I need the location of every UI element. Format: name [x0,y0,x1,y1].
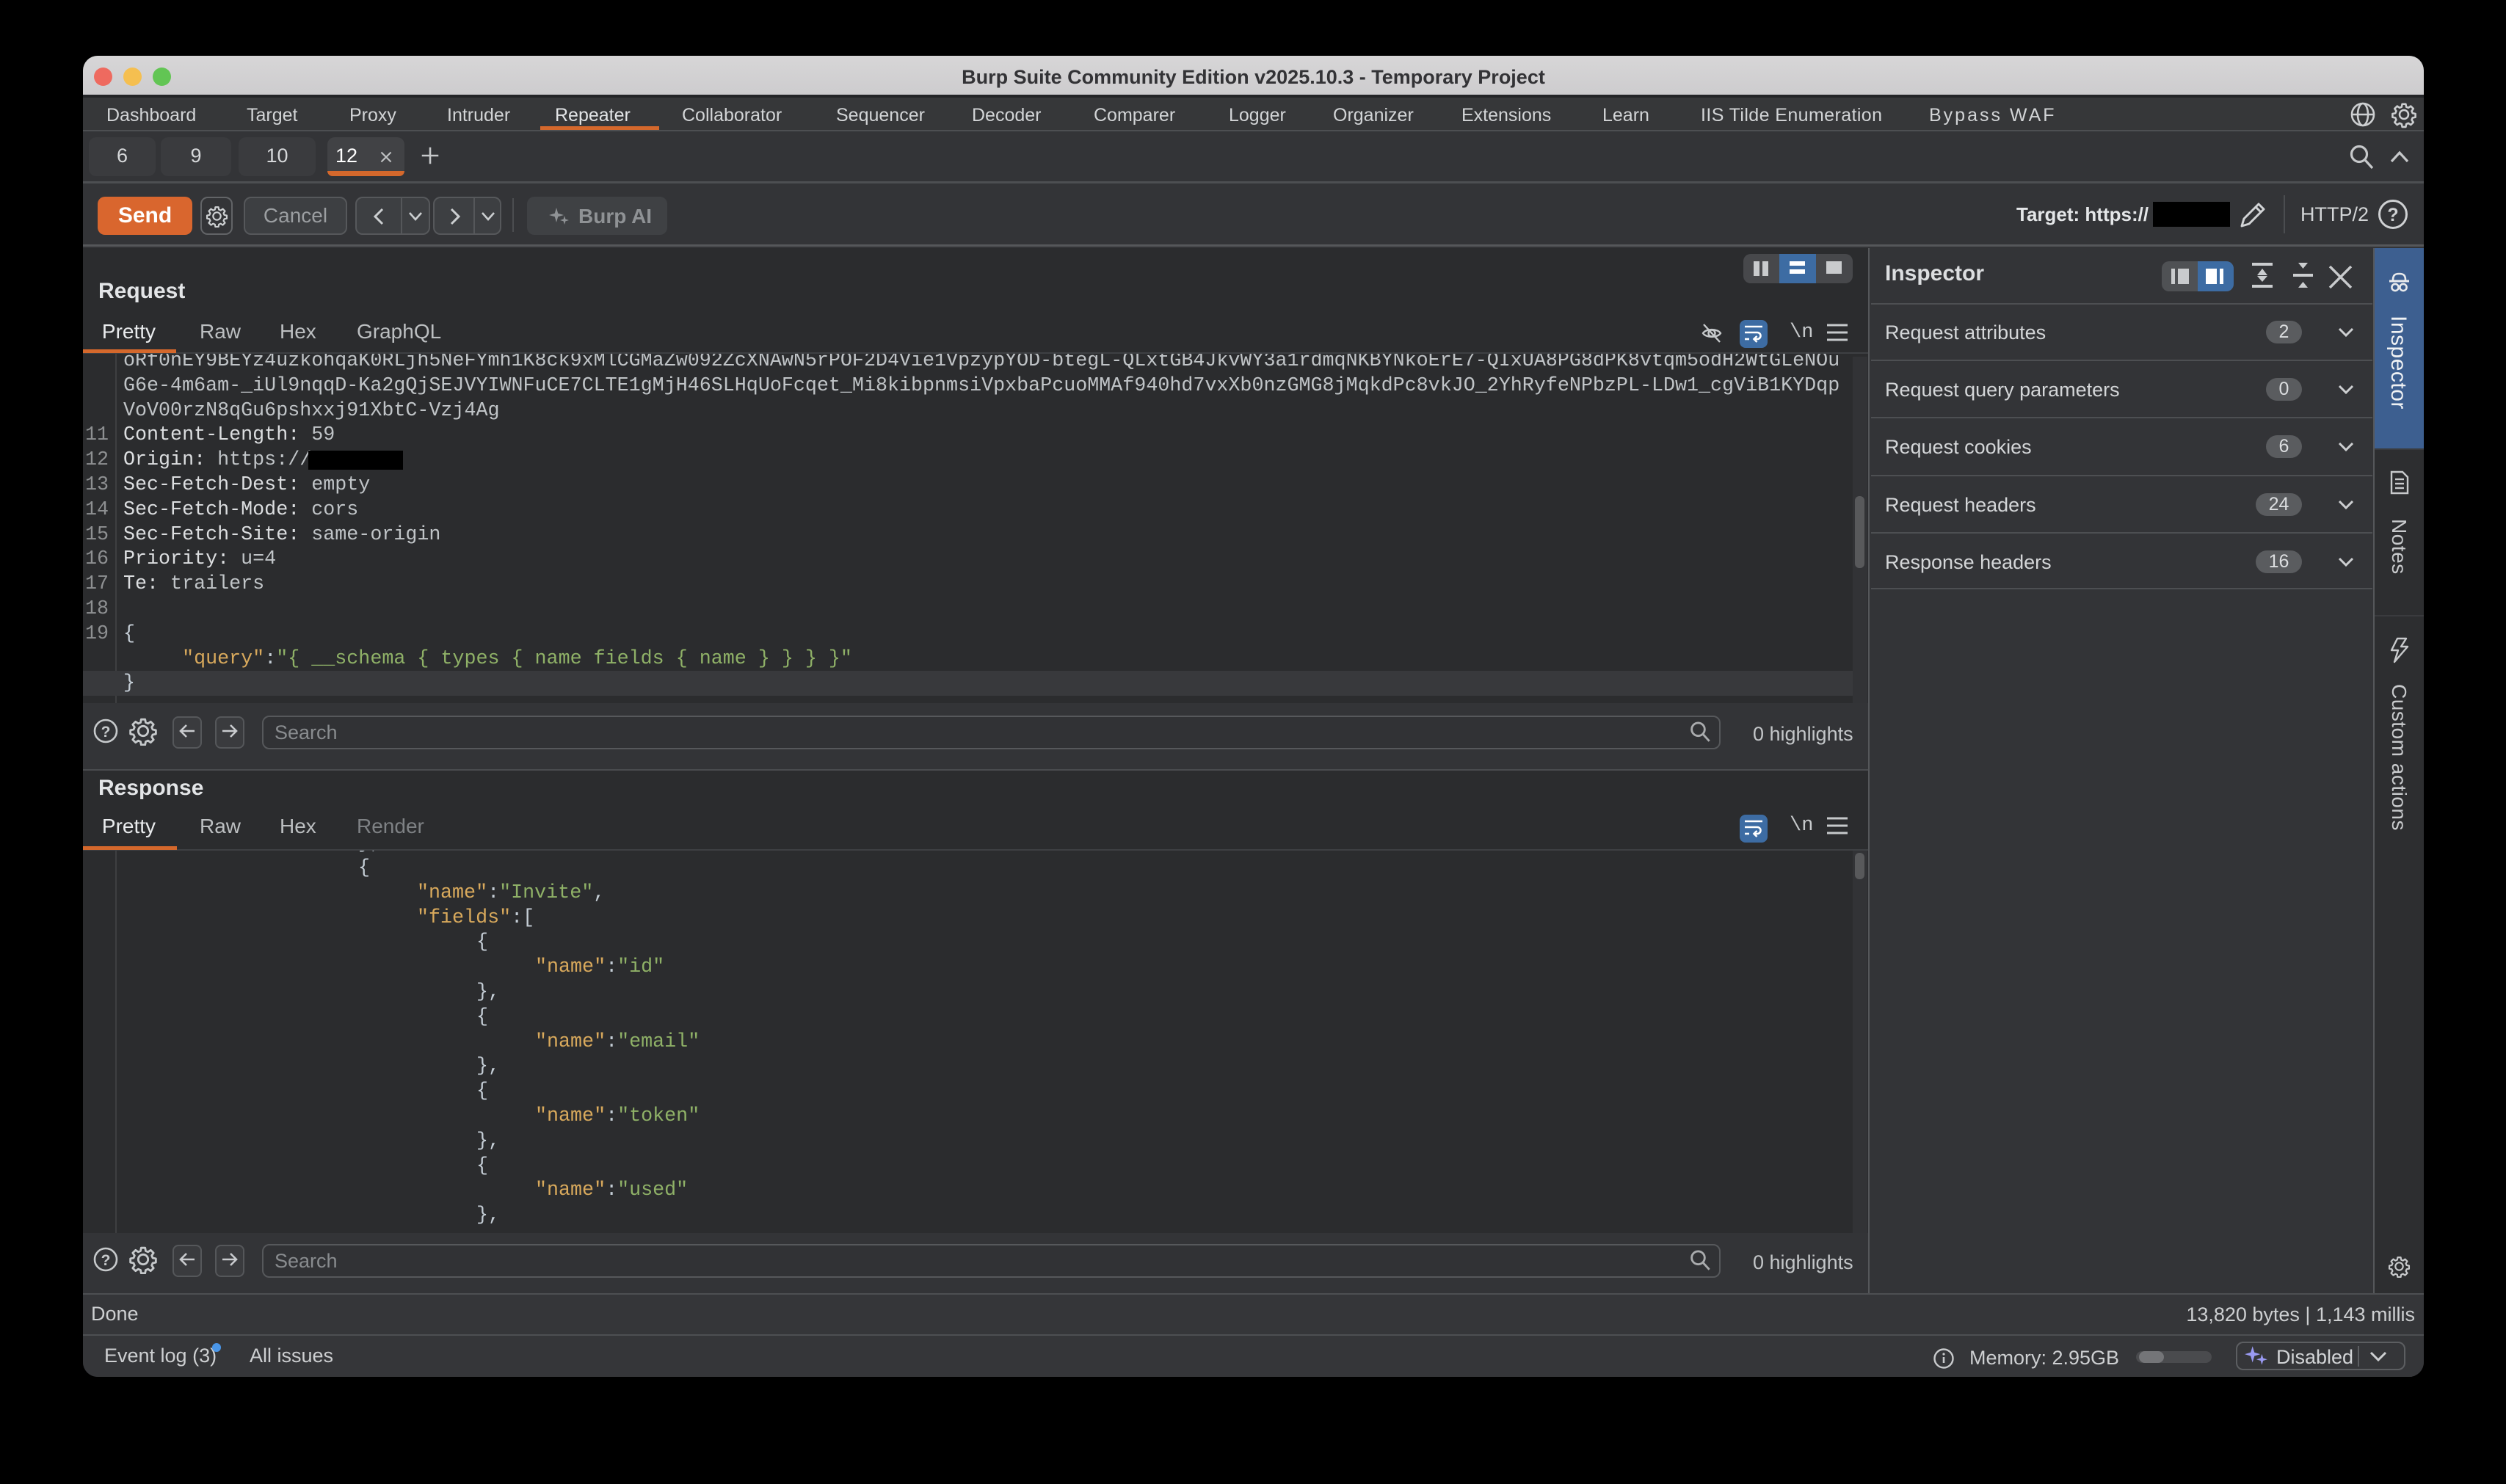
svg-text:?: ? [2387,205,2398,225]
svg-text:?: ? [101,1252,111,1269]
svg-text:?: ? [101,724,111,741]
